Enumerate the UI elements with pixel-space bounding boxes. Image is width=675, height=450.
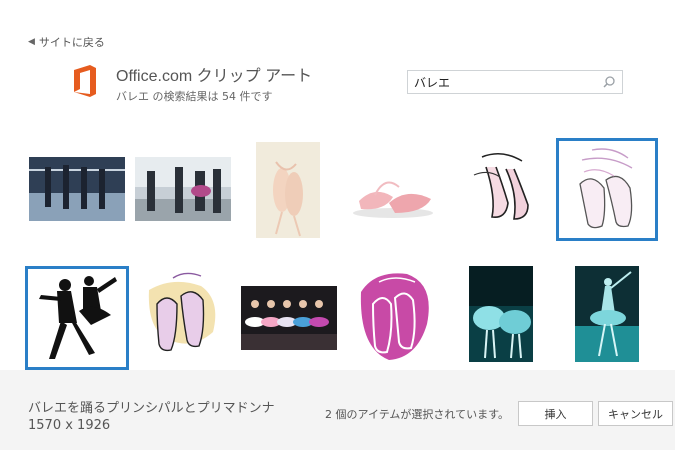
result-thumbnail[interactable] (143, 270, 223, 366)
results-summary: バレエ の検索結果は 54 件です (116, 90, 273, 103)
results-grid (0, 130, 675, 370)
result-thumbnail-selected[interactable] (25, 266, 129, 370)
result-thumbnail[interactable] (256, 142, 320, 238)
pointe-shoes-hanging-photo-icon (256, 142, 320, 238)
result-thumbnail[interactable] (241, 286, 337, 350)
search-input[interactable] (408, 71, 600, 93)
result-thumbnail[interactable] (29, 157, 125, 221)
page-title: Office.com クリップ アート (116, 68, 313, 85)
selected-item-name: バレエを踊るプリンシパルとプリマドンナ (28, 401, 275, 416)
slippers-on-magenta-clipart-icon (355, 268, 435, 368)
pointe-shoes-lineart-clipart-icon (562, 143, 652, 236)
ballerinas-teal-photo-icon (469, 266, 533, 362)
page-header: Office.com クリップ アート バレエ の検索結果は 54 件です (72, 62, 312, 104)
result-thumbnail[interactable] (469, 266, 533, 362)
result-thumbnail[interactable] (355, 268, 435, 368)
chevron-left-icon: ◀ (28, 37, 35, 47)
slippers-on-yellow-clipart-icon (143, 270, 223, 366)
footer-bar: バレエを踊るプリンシパルとプリマドンナ 1570 x 1926 2 個のアイテム… (0, 370, 675, 450)
office-logo-icon (74, 65, 96, 97)
dancer-teal-photo-icon (575, 266, 639, 362)
result-thumbnail[interactable] (462, 147, 542, 227)
pointe-shoes-sketch-clipart-icon (462, 147, 542, 227)
principal-and-prima-clipart-icon (31, 271, 123, 365)
cancel-button[interactable]: キャンセル (598, 401, 673, 426)
result-thumbnail[interactable] (575, 266, 639, 362)
result-thumbnail-selected[interactable] (556, 138, 658, 241)
dancers-at-barre-photo-icon (29, 157, 125, 221)
insert-button[interactable]: 挿入 (518, 401, 593, 426)
selection-status: 2 個のアイテムが選択されています。 (325, 408, 509, 421)
search-icon[interactable] (600, 73, 618, 91)
back-link-label: サイトに戻る (38, 36, 105, 49)
result-thumbnail[interactable] (345, 157, 441, 221)
pink-pointe-shoes-photo-icon (345, 157, 441, 221)
result-thumbnail[interactable] (135, 157, 231, 221)
girls-tutus-stage-photo-icon (241, 286, 337, 350)
dance-class-photo-icon (135, 157, 231, 221)
back-to-sites-link[interactable]: ◀ サイトに戻る (28, 34, 105, 50)
search-box[interactable] (407, 70, 623, 94)
selected-item-size: 1570 x 1926 (28, 418, 111, 433)
